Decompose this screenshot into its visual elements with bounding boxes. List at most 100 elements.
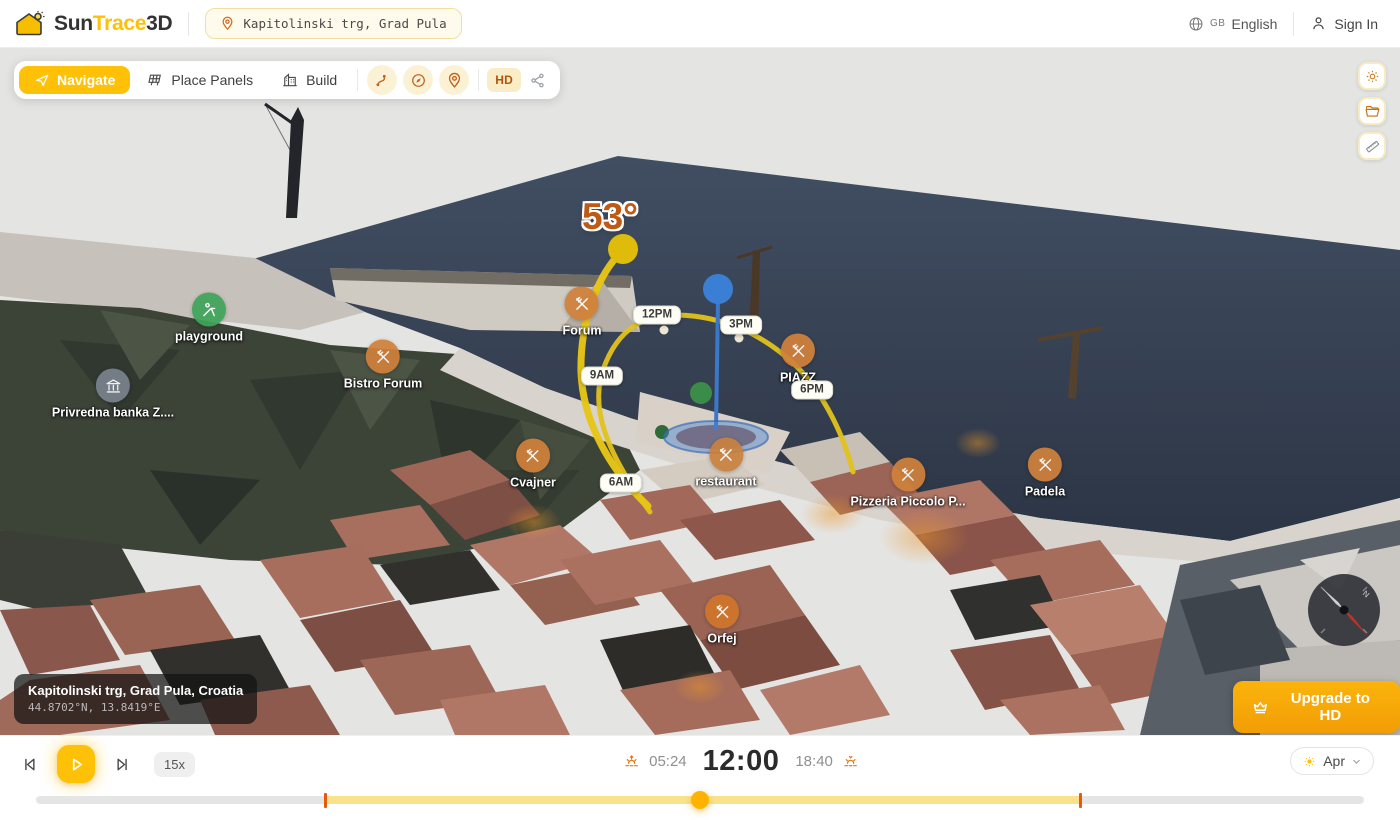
restaurant-icon [713,602,732,621]
poi-marker-restaurant[interactable]: Padela [1025,448,1065,499]
sun-icon [1364,68,1381,85]
map-3d-view[interactable]: 53° playground Privredna banka Z.... Bis… [0,0,1400,820]
location-title: Kapitolinski trg, Grad Pula, Croatia [28,683,243,698]
restaurant-icon [788,341,807,360]
place-panels-button[interactable]: Place Panels [134,65,265,95]
brand-name: SunTrace3D [54,12,172,36]
upgrade-label: Upgrade to HD [1279,690,1382,724]
sun-position-handle [608,234,638,264]
sun-settings-button[interactable] [1358,62,1386,90]
location-pin-head [703,274,733,304]
search-value: Kapitolinski trg, Grad Pula [243,16,446,31]
header-divider [188,12,189,36]
sign-in-label: Sign In [1334,16,1378,32]
poi-marker-restaurant[interactable]: Forum [563,287,602,338]
location-coordinates: 44.8702°N, 13.8419°E [28,701,243,714]
sign-in-button[interactable]: Sign In [1310,15,1378,32]
poi-marker-playground[interactable]: playground [175,293,243,344]
open-project-button[interactable] [1358,97,1386,125]
sun-elevation-label: 53° [582,196,638,238]
poi-marker-bank[interactable]: Privredna banka Z.... [52,369,174,420]
month-sun-icon [1302,754,1317,769]
restaurant-icon [523,446,542,465]
globe-icon [1188,16,1204,32]
poi-label: Orfej [707,632,736,646]
poi-label: Padela [1025,485,1065,499]
app-header: SunTrace3D Kapitolinski trg, Grad Pula G… [0,0,1400,48]
skip-forward-button[interactable] [109,751,136,778]
sunset-time: 18:40 [795,753,833,770]
playground-icon [200,300,219,319]
share-button[interactable] [525,68,550,93]
route-icon [374,72,391,89]
sun-route-tool-button[interactable] [367,65,397,95]
poi-label: restaurant [695,475,756,489]
compass[interactable]: N [1307,573,1381,647]
building-icon [281,71,299,89]
sunrise-time: 05:24 [649,753,687,770]
poi-marker-restaurant[interactable]: Orfej [705,595,739,646]
crown-icon [1251,698,1270,717]
poi-label: Forum [563,324,602,338]
play-button[interactable] [57,745,95,783]
user-icon [1310,15,1327,32]
time-slider-track[interactable] [36,796,1364,804]
solar-panel-icon [146,71,164,89]
sunset-icon [842,754,859,770]
poi-marker-restaurant[interactable]: PIAZZ [780,334,816,385]
sunset-tick [1079,793,1082,808]
arc-dot-3pm [735,334,744,343]
header-divider [1293,12,1294,36]
restaurant-icon [373,347,392,366]
restaurant-icon [1036,455,1055,474]
toolbar-divider [357,69,358,91]
poi-marker-restaurant[interactable]: restaurant [695,438,756,489]
build-mode-button[interactable]: Build [269,65,349,95]
restaurant-icon [898,465,917,484]
sun-time-pill: 6AM [600,474,642,493]
upgrade-to-hd-button[interactable]: Upgrade to HD [1233,681,1400,733]
search-input[interactable]: Kapitolinski trg, Grad Pula [205,8,461,39]
skip-forward-icon [113,755,132,774]
restaurant-icon [572,294,591,313]
compass-tool-button[interactable] [403,65,433,95]
time-slider-handle[interactable] [691,791,709,809]
location-info-card: Kapitolinski trg, Grad Pula, Croatia 44.… [14,674,257,724]
language-selector[interactable]: GB English [1188,16,1277,32]
poi-label: Pizzeria Piccolo P... [850,495,965,509]
poi-label: playground [175,330,243,344]
playback-speed-button[interactable]: 15x [154,752,195,777]
sun-time-pill: 6PM [791,381,833,400]
hd-quality-badge[interactable]: HD [487,68,521,92]
toolbar-divider [478,69,479,91]
ruler-icon [1364,138,1381,155]
measure-tool-button[interactable] [1358,132,1386,160]
month-label: Apr [1323,753,1345,769]
skip-back-button[interactable] [16,751,43,778]
brand-logo[interactable]: SunTrace3D [0,10,172,37]
share-icon [529,72,546,89]
month-selector[interactable]: Apr [1290,747,1374,775]
mode-toolbar: Navigate Place Panels Build HD [14,61,560,99]
bank-icon [103,376,122,395]
compass-icon [410,72,427,89]
language-label: English [1231,16,1277,32]
restaurant-icon [716,445,735,464]
sunrise-icon [623,754,640,770]
sun-time-pill: 12PM [633,306,681,325]
skip-back-icon [20,755,39,774]
location-pin-icon [220,16,235,31]
current-time: 12:00 [703,745,780,778]
poi-marker-restaurant[interactable]: Pizzeria Piccolo P... [850,458,965,509]
map-pin-icon [446,72,463,89]
chevron-down-icon [1351,756,1362,767]
navigate-mode-button[interactable]: Navigate [19,66,130,94]
poi-marker-restaurant[interactable]: Cvajner [510,439,556,490]
pin-tool-button[interactable] [439,65,469,95]
poi-marker-restaurant[interactable]: Bistro Forum [344,340,422,391]
arc-dot-12pm [660,326,669,335]
location-pin-stem [716,300,718,430]
suntrace-house-icon [14,10,46,37]
playback-controls: 15x [16,745,195,783]
sunrise-tick [324,793,327,808]
